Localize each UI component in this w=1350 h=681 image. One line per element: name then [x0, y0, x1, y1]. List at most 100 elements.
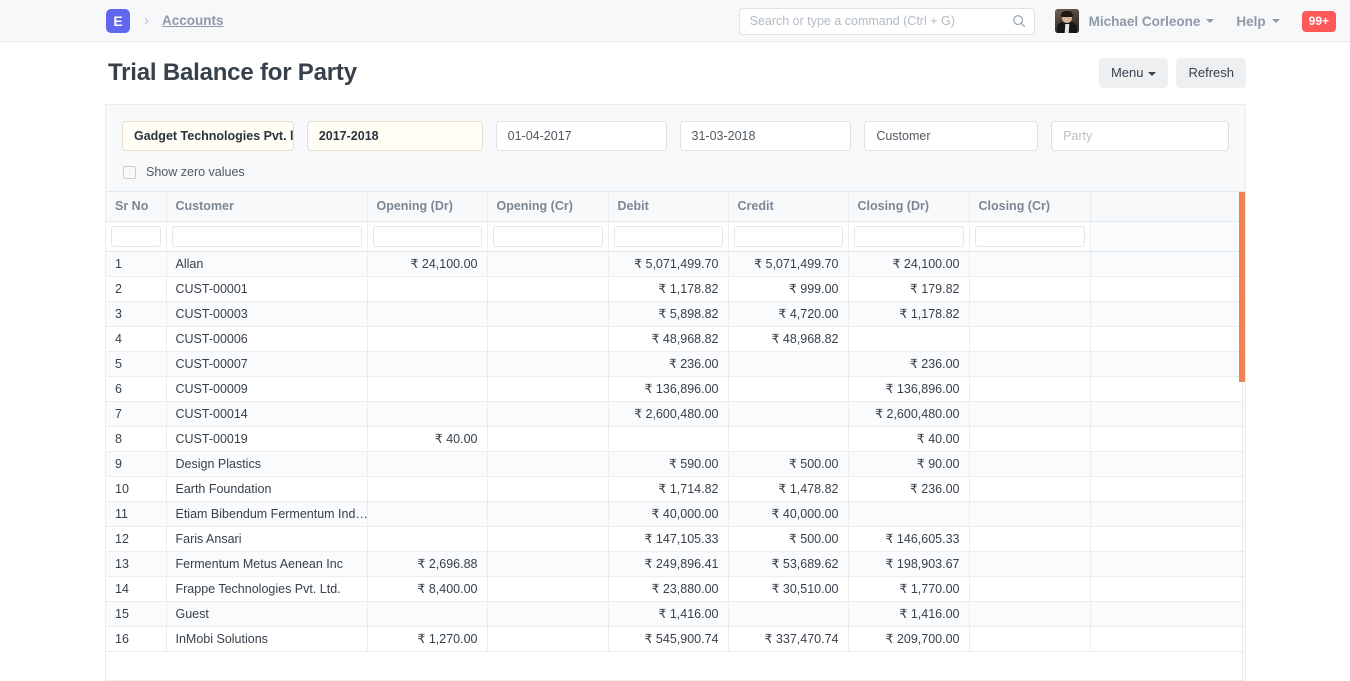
- cell-opening-dr: [367, 526, 488, 552]
- table-row[interactable]: 12 Faris Ansari ₹ 147,105.33 ₹ 500.00 ₹ 146,…: [106, 526, 1245, 552]
- column-header-customer[interactable]: Customer: [166, 192, 368, 222]
- cell-credit: [728, 401, 849, 427]
- chevron-down-icon: [1271, 19, 1280, 23]
- cell-debit: ₹ 147,105.33: [608, 526, 729, 552]
- cell-debit: ₹ 1,178.82: [608, 276, 729, 302]
- column-filter-input-closing-cr[interactable]: [974, 225, 1085, 247]
- search-box[interactable]: [738, 7, 1035, 35]
- search-input[interactable]: [749, 14, 1012, 28]
- cell-opening-dr: ₹ 1,270.00: [367, 626, 488, 652]
- table-row[interactable]: 16 InMobi Solutions ₹ 1,270.00 ₹ 545,900.74…: [106, 626, 1245, 652]
- cell-credit: ₹ 337,470.74: [728, 626, 849, 652]
- column-filter-input-sr-no[interactable]: [111, 225, 161, 247]
- cell-customer: InMobi Solutions: [166, 626, 368, 652]
- app-logo-icon[interactable]: E: [106, 8, 130, 33]
- filter-fiscal-year[interactable]: 2017-2018: [306, 121, 483, 151]
- column-filter-input-opening-cr[interactable]: [492, 225, 603, 247]
- cell-opening-dr: [367, 401, 488, 427]
- cell-debit: ₹ 23,880.00: [608, 576, 729, 602]
- table-row[interactable]: 2 CUST-00001 ₹ 1,178.82 ₹ 999.00 ₹ 179.82: [106, 276, 1245, 302]
- notification-badge[interactable]: 99+: [1301, 10, 1336, 32]
- column-header-opening-cr[interactable]: Opening (Cr): [487, 192, 609, 222]
- cell-closing-cr: [969, 276, 1091, 302]
- cell-opening-cr: [487, 326, 609, 352]
- cell-closing-dr: ₹ 24,100.00: [848, 251, 970, 277]
- chevron-right-icon: ›: [144, 12, 149, 29]
- table-row[interactable]: 11 Etiam Bibendum Fermentum Ind… ₹ 40,000.…: [106, 501, 1245, 527]
- search-icon: [1012, 14, 1026, 28]
- cell-opening-cr: [487, 526, 609, 552]
- menu-button[interactable]: Menu: [1098, 58, 1169, 88]
- table-row[interactable]: 14 Frappe Technologies Pvt. Ltd. ₹ 8,400.0…: [106, 576, 1245, 602]
- table-row[interactable]: 4 CUST-00006 ₹ 48,968.82 ₹ 48,968.82: [106, 326, 1245, 352]
- column-filter-input-credit[interactable]: [733, 225, 843, 247]
- table-body: 1 Allan ₹ 24,100.00 ₹ 5,071,499.70 ₹ 5,071,4…: [106, 221, 1245, 652]
- cell-opening-dr: [367, 276, 488, 302]
- filter-party[interactable]: Party: [1051, 121, 1229, 151]
- filter-to-date[interactable]: 31-03-2018: [679, 121, 852, 151]
- column-filter-input-debit[interactable]: [613, 225, 723, 247]
- column-header-opening-dr[interactable]: Opening (Dr): [367, 192, 488, 222]
- cell-opening-cr: [487, 276, 609, 302]
- cell-sr-no: 8: [106, 426, 167, 452]
- table-row[interactable]: 3 CUST-00003 ₹ 5,898.82 ₹ 4,720.00 ₹ 1,178.8…: [106, 301, 1245, 327]
- column-header-debit[interactable]: Debit: [608, 192, 729, 222]
- cell-spacer: [1090, 301, 1245, 327]
- cell-closing-dr: ₹ 198,903.67: [848, 551, 970, 577]
- refresh-button[interactable]: Refresh: [1176, 58, 1246, 88]
- column-header-sr-no[interactable]: Sr No: [106, 192, 167, 222]
- table-row[interactable]: 6 CUST-00009 ₹ 136,896.00 ₹ 136,896.00: [106, 376, 1245, 402]
- cell-sr-no: 14: [106, 576, 167, 602]
- cell-opening-cr: [487, 551, 609, 577]
- cell-closing-cr: [969, 351, 1091, 377]
- table-row[interactable]: 5 CUST-00007 ₹ 236.00 ₹ 236.00: [106, 351, 1245, 377]
- column-header-credit[interactable]: Credit: [728, 192, 849, 222]
- cell-debit: ₹ 236.00: [608, 351, 729, 377]
- table-row[interactable]: 10 Earth Foundation ₹ 1,714.82 ₹ 1,478.82 ₹ …: [106, 476, 1245, 502]
- vertical-scrollbar-thumb[interactable]: [1239, 192, 1245, 382]
- user-menu[interactable]: Michael Corleone: [1054, 9, 1215, 33]
- cell-closing-dr: ₹ 1,416.00: [848, 601, 970, 627]
- cell-credit: [728, 351, 849, 377]
- filter-from-date[interactable]: 01-04-2017: [495, 121, 667, 151]
- column-filter-input-closing-dr[interactable]: [853, 225, 964, 247]
- column-filter-cell-spacer: [1090, 221, 1245, 252]
- cell-spacer: [1090, 326, 1245, 352]
- table-row[interactable]: 7 CUST-00014 ₹ 2,600,480.00 ₹ 2,600,480.00: [106, 401, 1245, 427]
- show-zero-values-checkbox[interactable]: [123, 165, 136, 179]
- cell-closing-dr: ₹ 146,605.33: [848, 526, 970, 552]
- trial-balance-table: Sr No Customer Opening (Dr) Opening (Cr)…: [106, 192, 1245, 652]
- cell-credit: [728, 426, 849, 452]
- table-row[interactable]: 13 Fermentum Metus Aenean Inc ₹ 2,696.88 ₹ …: [106, 551, 1245, 577]
- table-row[interactable]: 8 CUST-00019 ₹ 40.00 ₹ 40.00: [106, 426, 1245, 452]
- cell-closing-cr: [969, 376, 1091, 402]
- cell-closing-cr: [969, 451, 1091, 477]
- cell-credit: ₹ 4,720.00: [728, 301, 849, 327]
- cell-debit: ₹ 545,900.74: [608, 626, 729, 652]
- breadcrumb-accounts[interactable]: Accounts: [162, 13, 224, 28]
- show-zero-values-row: Show zero values: [106, 151, 1245, 191]
- filter-party-type[interactable]: Customer: [864, 121, 1039, 151]
- table-row[interactable]: 9 Design Plastics ₹ 590.00 ₹ 500.00 ₹ 90.00: [106, 451, 1245, 477]
- cell-closing-dr: ₹ 1,178.82: [848, 301, 970, 327]
- help-menu[interactable]: Help: [1236, 14, 1280, 29]
- cell-opening-dr: ₹ 24,100.00: [367, 251, 488, 277]
- column-filter-input-customer[interactable]: [171, 225, 362, 247]
- column-header-closing-cr[interactable]: Closing (Cr): [969, 192, 1091, 222]
- table-row[interactable]: 1 Allan ₹ 24,100.00 ₹ 5,071,499.70 ₹ 5,071,4…: [106, 251, 1245, 277]
- cell-opening-dr: ₹ 40.00: [367, 426, 488, 452]
- cell-spacer: [1090, 276, 1245, 302]
- cell-closing-cr: [969, 526, 1091, 552]
- cell-opening-dr: ₹ 8,400.00: [367, 576, 488, 602]
- table-row[interactable]: 15 Guest ₹ 1,416.00 ₹ 1,416.00: [106, 601, 1245, 627]
- cell-customer: CUST-00006: [166, 326, 368, 352]
- cell-customer: CUST-00003: [166, 301, 368, 327]
- cell-opening-cr: [487, 401, 609, 427]
- column-header-closing-dr[interactable]: Closing (Dr): [848, 192, 970, 222]
- content-area: Gadget Technologies Pvt. l 2017-2018 01-…: [0, 104, 1350, 681]
- cell-debit: ₹ 2,600,480.00: [608, 401, 729, 427]
- filter-company[interactable]: Gadget Technologies Pvt. l: [122, 121, 294, 151]
- column-filter-input-opening-dr[interactable]: [372, 225, 482, 247]
- table-header: Sr No Customer Opening (Dr) Opening (Cr)…: [106, 192, 1245, 222]
- cell-customer: CUST-00014: [166, 401, 368, 427]
